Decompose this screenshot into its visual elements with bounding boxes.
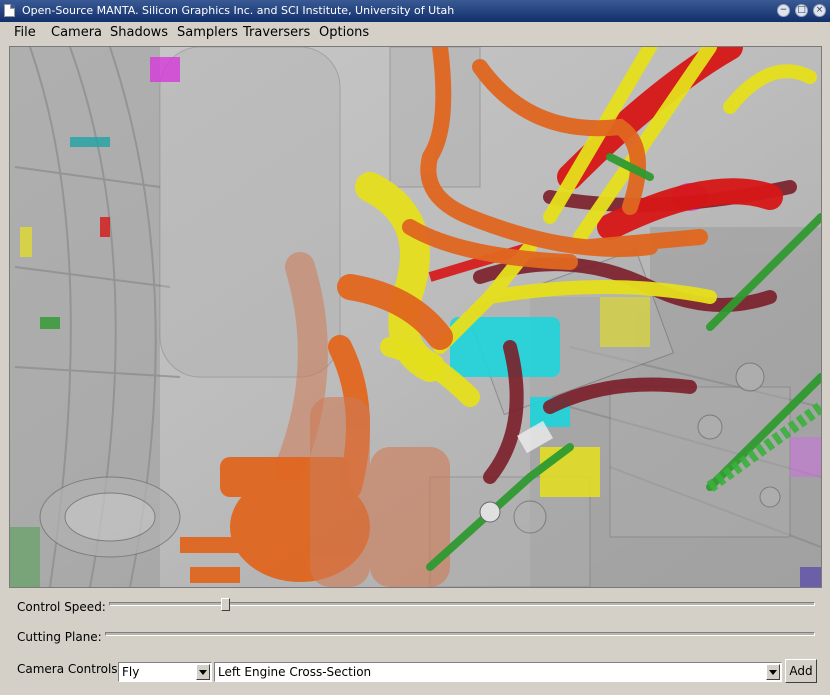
camera-mode-value: Fly	[122, 665, 140, 679]
control-speed-slider[interactable]	[109, 598, 815, 611]
engine-render	[10, 47, 821, 587]
menu-camera[interactable]: Camera	[49, 23, 104, 43]
add-bookmark-button[interactable]: Add	[785, 659, 817, 683]
close-button[interactable]: ×	[813, 4, 826, 17]
camera-bookmark-value: Left Engine Cross-Section	[218, 665, 372, 679]
menu-traversers[interactable]: Traversers	[241, 23, 312, 43]
camera-mode-select[interactable]: Fly	[118, 662, 212, 682]
title-bar: Open-Source MANTA. Silicon Graphics Inc.…	[0, 0, 830, 22]
document-icon	[4, 4, 15, 17]
chevron-down-icon[interactable]	[196, 664, 210, 680]
window-title: Open-Source MANTA. Silicon Graphics Inc.…	[22, 4, 455, 17]
menu-file[interactable]: File	[12, 23, 38, 43]
camera-controls-label: Camera Controls:	[17, 662, 122, 676]
maximize-button[interactable]: □	[795, 4, 808, 17]
cutting-plane-slider[interactable]	[105, 632, 815, 636]
cutting-plane-label: Cutting Plane:	[17, 630, 102, 644]
minimize-button[interactable]: −	[777, 4, 790, 17]
menu-bar: File Camera Shadows Samplers Traversers …	[0, 22, 830, 44]
control-speed-thumb[interactable]	[221, 598, 230, 611]
render-viewport[interactable]	[9, 46, 822, 588]
chevron-down-icon[interactable]	[766, 664, 780, 680]
menu-options[interactable]: Options	[317, 23, 371, 43]
camera-bookmark-select[interactable]: Left Engine Cross-Section	[214, 662, 782, 682]
control-speed-label: Control Speed:	[17, 600, 106, 614]
menu-shadows[interactable]: Shadows	[108, 23, 170, 43]
menu-samplers[interactable]: Samplers	[175, 23, 240, 43]
